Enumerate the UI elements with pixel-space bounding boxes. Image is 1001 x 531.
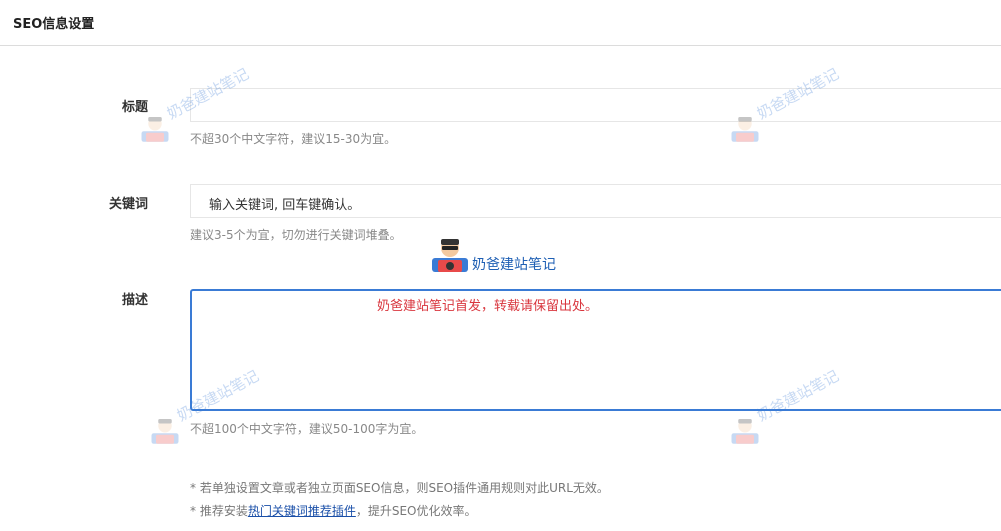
keywords-input[interactable]: 输入关键词, 回车键确认。 [190,184,1001,218]
watermark-mascot-icon [141,117,169,142]
title-hint: 不超30个中文字符，建议15-30为宜。 [190,132,397,146]
note-line-2: * 推荐安装热门关键词推荐插件，提升SEO优化效率。 [190,502,477,519]
keywords-label: 关键词 [108,197,148,212]
brand-text: 奶爸建站笔记 [472,257,556,273]
description-hint: 不超100个中文字符，建议50-100字为宜。 [190,422,424,436]
section-header: SEO信息设置 [0,0,1001,46]
section-title: SEO信息设置 [13,17,95,32]
title-input[interactable] [190,88,1001,122]
description-label: 描述 [121,293,148,308]
brand-overlay: 奶爸建站笔记 [430,236,600,273]
keywords-hint: 建议3-5个为宜，切勿进行关键词堆叠。 [190,228,402,242]
mascot-icon [432,239,468,272]
keywords-input-placeholder: 输入关键词, 回车键确认。 [209,198,361,213]
description-value: 奶爸建站笔记首发，转载请保留出处。 [377,299,599,314]
description-textarea[interactable]: 奶爸建站笔记首发，转载请保留出处。 [190,289,1001,411]
note-line-2-prefix: * 推荐安装 [190,504,248,518]
note-line-1: * 若单独设置文章或者独立页面SEO信息，则SEO插件通用规则对此URL无效。 [190,481,609,495]
note-line-2-suffix: ，提升SEO优化效率。 [355,504,477,518]
title-label: 标题 [121,100,148,115]
watermark-mascot-icon [731,419,759,444]
watermark-mascot-icon [151,419,179,444]
hot-keyword-plugin-link[interactable]: 热门关键词推荐插件 [248,504,356,518]
